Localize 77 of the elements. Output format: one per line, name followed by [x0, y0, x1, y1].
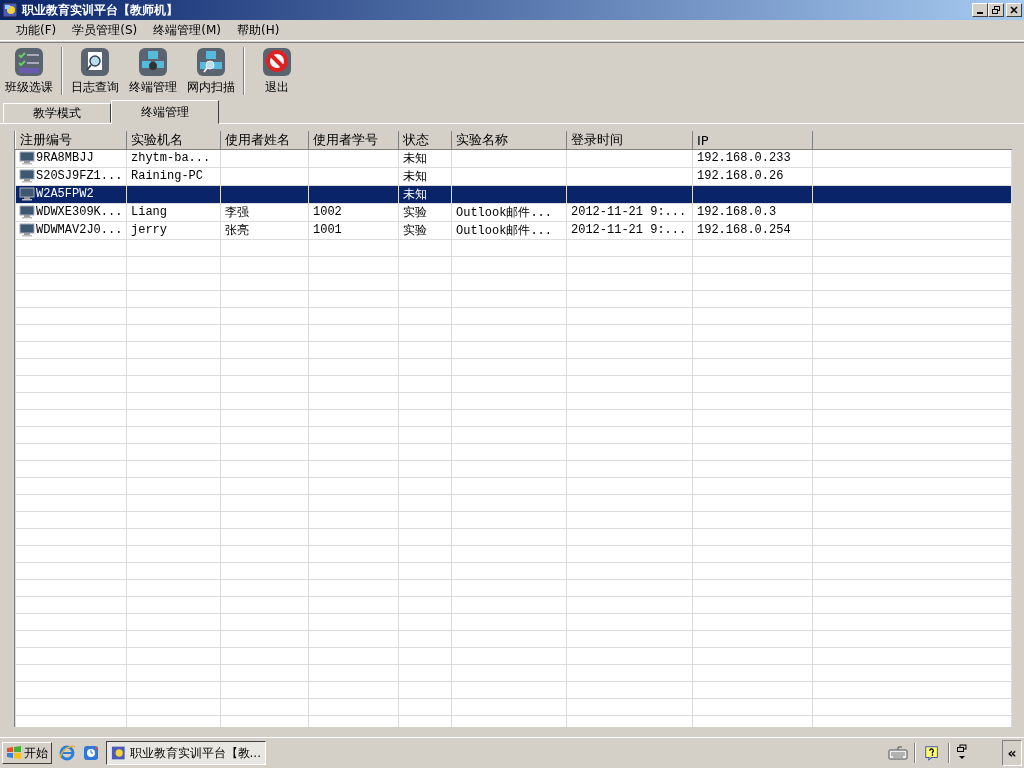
menu-item[interactable]: 学员管理(S) — [64, 21, 146, 39]
monitor-icon — [19, 187, 35, 202]
table-cell: 实验 — [403, 224, 427, 238]
toolbar-button[interactable]: 终端管理 — [124, 45, 182, 97]
keyboard-icon[interactable] — [888, 745, 908, 761]
table-cell: 192.168.0.26 — [697, 169, 784, 184]
table-cell: 未知 — [403, 152, 427, 166]
network-computers-icon — [137, 46, 169, 78]
app-shortcut-icon[interactable] — [82, 744, 100, 762]
table-cell: 李强 — [225, 206, 249, 220]
table-cell: Outlook邮件... — [456, 206, 552, 220]
monitor-icon — [19, 169, 35, 184]
column-header[interactable]: IP — [692, 131, 813, 150]
table-row[interactable]: S20SJ9FZ1... Raining-PC 未知 192.168.0.26 — [15, 167, 1012, 186]
table-cell: Raining-PC — [131, 169, 203, 184]
monitor-icon — [19, 223, 35, 238]
table-cell: 未知 — [403, 170, 427, 184]
toolbar-button[interactable]: 日志查询 — [66, 45, 124, 97]
table-cell: 张亮 — [225, 224, 249, 238]
menu-item[interactable]: 帮助(H) — [228, 21, 288, 39]
column-header[interactable]: 状态 — [398, 131, 452, 150]
window-title: 职业教育实训平台【教师机】 — [22, 1, 179, 19]
menu-item[interactable]: 功能(F) — [8, 21, 65, 39]
table-cell: WDWMAV2J0... — [36, 223, 123, 238]
table-cell: 1001 — [313, 223, 342, 238]
column-header[interactable]: 登录时间 — [566, 131, 693, 150]
taskbar-window-button[interactable]: 职业教育实训平台【教... — [106, 741, 266, 765]
table-cell: zhytm-ba... — [131, 151, 211, 166]
table-row[interactable]: WDWMAV2J0... jerry 张亮 1001 实验 Outlook邮件... 2012-11-21 9:... 192.168.0.254 — [15, 221, 1012, 240]
toolbar-button[interactable]: 班级选课 — [0, 45, 58, 97]
column-header[interactable]: 使用者姓名 — [220, 131, 309, 150]
table-cell: 9RA8MBJJ — [36, 151, 94, 166]
monitor-icon — [19, 151, 35, 166]
column-header[interactable]: 注册编号 — [15, 131, 127, 150]
menu-item[interactable]: 终端管理(M) — [145, 21, 229, 39]
table-row[interactable]: W2A5FPW2 未知 — [15, 185, 1012, 204]
close-button[interactable] — [1006, 3, 1022, 17]
table-cell: jerry — [131, 223, 167, 238]
restore-button[interactable] — [988, 3, 1004, 17]
table-cell: 2012-11-21 9:... — [571, 223, 687, 238]
column-header[interactable]: 实验名称 — [451, 131, 567, 150]
windows-flag-icon — [6, 745, 22, 761]
document-search-icon — [79, 46, 111, 78]
checklist-icon — [13, 46, 45, 78]
column-header[interactable]: 使用者学号 — [308, 131, 399, 150]
table-cell: W2A5FPW2 — [36, 187, 94, 202]
table-cell: WDWXE309K... — [36, 205, 123, 220]
app-icon — [2, 2, 18, 18]
tab[interactable]: 教学模式 — [3, 103, 111, 123]
toolbar-button[interactable]: 网内扫描 — [182, 45, 240, 97]
table-cell: 192.168.0.3 — [697, 205, 777, 220]
table-cell: 192.168.0.233 — [697, 151, 791, 166]
start-button[interactable]: 开始 — [2, 742, 52, 764]
toolbar-button[interactable]: 退出 — [248, 45, 306, 97]
table-cell: Liang — [131, 205, 167, 220]
close-icon — [1009, 5, 1019, 15]
column-header[interactable]: 实验机名 — [126, 131, 221, 150]
window-switch-icon[interactable] — [956, 744, 968, 762]
table-cell: 未知 — [403, 188, 427, 202]
no-entry-icon — [261, 46, 293, 78]
app-icon — [111, 745, 126, 761]
table-cell: 实验 — [403, 206, 427, 220]
restore-icon — [991, 5, 1001, 15]
table-cell: 2012-11-21 9:... — [571, 205, 687, 220]
table-cell: Outlook邮件... — [456, 224, 552, 238]
minimize-button[interactable] — [972, 3, 988, 17]
monitor-icon — [19, 205, 35, 220]
table-cell: 192.168.0.254 — [697, 223, 791, 238]
table-row[interactable]: WDWXE309K... Liang 李强 1002 实验 Outlook邮件... 2012-11-21 9:... 192.168.0.3 — [15, 203, 1012, 222]
network-search-icon — [195, 46, 227, 78]
show-hidden-icons-button[interactable]: « — [1002, 740, 1022, 766]
table-cell: S20SJ9FZ1... — [36, 169, 123, 184]
table-row[interactable]: 9RA8MBJJ zhytm-ba... 未知 192.168.0.233 — [15, 149, 1012, 168]
tab[interactable]: 终端管理 — [111, 100, 219, 124]
minimize-icon — [977, 12, 983, 14]
table-cell: 1002 — [313, 205, 342, 220]
browser-icon[interactable] — [58, 744, 76, 762]
